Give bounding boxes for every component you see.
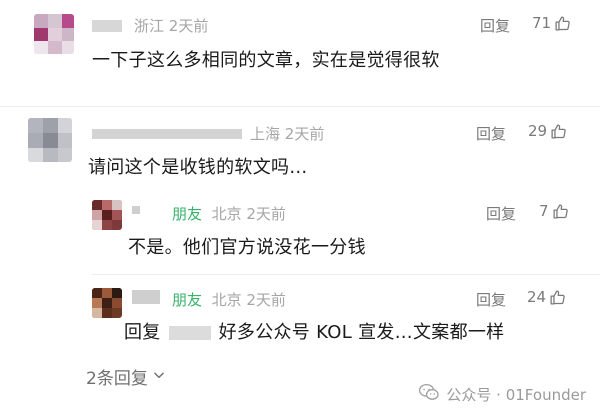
reply-body: 好多公众号 KOL 宣发…文案都一样	[218, 322, 505, 343]
like-button[interactable]: 71	[532, 14, 571, 32]
expand-replies-button[interactable]: 2条回复	[86, 364, 166, 389]
thumbs-up-icon	[554, 15, 571, 32]
username-redacted	[132, 290, 160, 304]
reply-prefix: 回复	[124, 322, 161, 343]
like-count: 7	[539, 202, 549, 220]
comment-meta: 上海 2天前	[250, 123, 324, 144]
mention-redacted	[168, 326, 211, 340]
reply-button[interactable]: 回复	[480, 15, 510, 36]
like-button[interactable]: 7	[539, 202, 569, 220]
divider	[0, 106, 600, 107]
comment-meta: 浙江 2天前	[134, 15, 208, 36]
reply-button[interactable]: 回复	[486, 203, 516, 224]
avatar[interactable]	[34, 14, 74, 54]
username-redacted	[92, 20, 122, 32]
wechat-icon	[418, 383, 440, 405]
watermark: 公众号 · 01Founder	[418, 383, 586, 405]
location: 浙江	[134, 17, 165, 35]
timestamp: 2天前	[246, 291, 286, 309]
avatar[interactable]	[92, 200, 122, 230]
friend-tag: 朋友	[172, 205, 203, 223]
reply-meta: 朋友 北京 2天前	[172, 203, 286, 224]
like-button[interactable]: 29	[528, 122, 567, 140]
comment-text: 一下子这么多相同的文章，实在是觉得很软	[92, 50, 440, 71]
reply-button[interactable]: 回复	[476, 123, 506, 144]
location: 北京	[211, 291, 242, 309]
like-count: 71	[532, 14, 552, 32]
like-button[interactable]: 24	[527, 288, 566, 306]
chevron-down-icon	[152, 367, 166, 387]
thumbs-up-icon	[550, 123, 567, 140]
username-redacted	[132, 206, 140, 214]
reply-text: 回复 好多公众号 KOL 宣发…文案都一样	[124, 318, 504, 344]
timestamp: 2天前	[168, 17, 209, 35]
reply-button[interactable]: 回复	[476, 289, 506, 310]
reply-meta: 朋友 北京 2天前	[172, 289, 286, 310]
avatar[interactable]	[92, 288, 122, 318]
like-count: 29	[528, 122, 548, 140]
username-redacted	[92, 129, 242, 139]
timestamp: 2天前	[246, 205, 286, 223]
divider	[92, 274, 600, 275]
thumbs-up-icon	[549, 289, 566, 306]
reply-text: 不是。他们官方说没花一分钱	[128, 237, 366, 258]
watermark-text: 公众号 · 01Founder	[446, 385, 586, 404]
location: 上海	[250, 125, 281, 143]
comment-1: 浙江 2天前 回复 71 一下子这么多相同的文章，实在是觉得很软	[0, 0, 600, 100]
comment-text: 请问这个是收钱的软文吗…	[88, 157, 308, 178]
avatar[interactable]	[28, 118, 72, 162]
friend-tag: 朋友	[172, 291, 203, 309]
location: 北京	[211, 205, 242, 223]
timestamp: 2天前	[284, 125, 325, 143]
like-count: 24	[527, 288, 547, 306]
thumbs-up-icon	[552, 203, 569, 220]
more-replies-label: 2条回复	[86, 369, 148, 389]
